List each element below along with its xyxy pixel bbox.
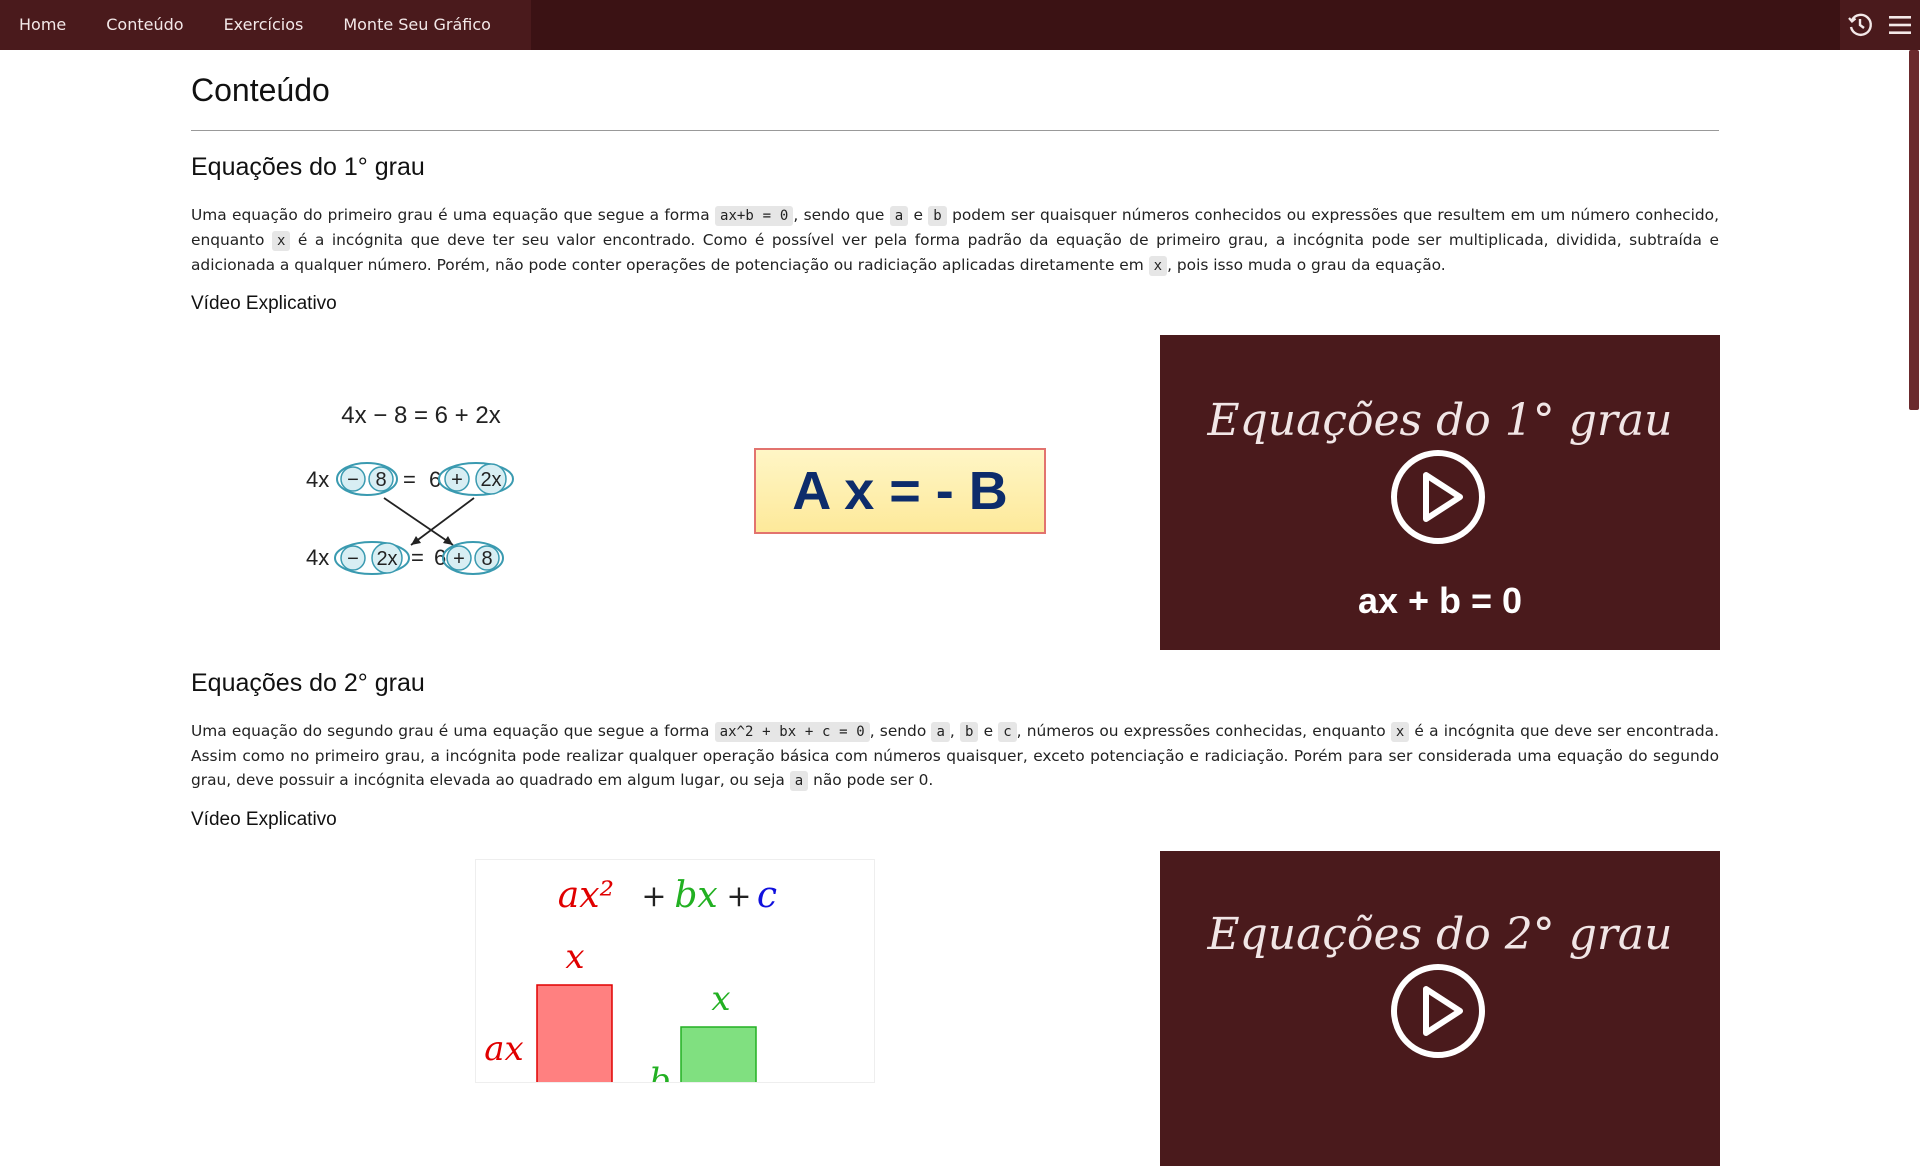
history-icon[interactable] (1840, 0, 1880, 50)
text-part: e (908, 206, 929, 224)
illustration-top-equation: 4x − 8 = 6 + 2x (341, 402, 500, 429)
text-part: , sendo (869, 722, 932, 740)
play-icon[interactable] (1388, 447, 1488, 547)
inline-code: a (889, 206, 909, 226)
nav-links: Home Conteúdo Exercícios Monte Seu Gráfi… (0, 0, 531, 50)
row1-equals: = (403, 467, 416, 492)
nav-actions (1840, 0, 1920, 50)
text-part: Uma equação do segundo grau é uma equaçã… (191, 722, 715, 740)
row2-left: 4x (306, 545, 329, 570)
label-x-green: x (711, 979, 730, 1019)
quadratic-area-diagram: ax² + bx + c x ax x b (475, 859, 875, 1083)
label-ax: ax (484, 1029, 523, 1069)
scrollbar-thumb[interactable] (1909, 50, 1919, 410)
formula-ax2: ax² (558, 875, 614, 916)
rect-bx (680, 1026, 757, 1082)
row2-minus: − (347, 548, 359, 570)
video2-title: Equações do 2° grau (1207, 909, 1673, 960)
inline-code: c (998, 722, 1017, 742)
menu-icon[interactable] (1880, 0, 1920, 50)
text-part: Uma equação do primeiro grau é uma equaç… (191, 206, 716, 224)
row1-2x: 2x (480, 469, 501, 491)
nav-monte-seu-grafico[interactable]: Monte Seu Gráfico (323, 0, 511, 50)
equation-transposition-illustration: 4x − 8 = 6 + 2x 4x − 8 = 6 + 2x 4x − 2x … (306, 402, 514, 575)
nav-home[interactable]: Home (0, 0, 86, 50)
text-part: e (978, 722, 999, 740)
section1-title: Equações do 1° grau (191, 153, 425, 181)
square-ax2 (536, 984, 613, 1082)
formula-bx: bx (674, 875, 717, 916)
inline-code: x (1148, 256, 1168, 276)
formula-c: c (757, 875, 777, 916)
row1-eight: 8 (375, 469, 386, 491)
section1-paragraph: Uma equação do primeiro grau é uma equaç… (191, 203, 1719, 278)
row2-equals: = (411, 545, 424, 570)
row2-eight: 8 (481, 548, 492, 570)
row2-2x: 2x (376, 548, 397, 570)
row2-six: 6 (434, 545, 446, 570)
formula-box-ax-minus-b: A x = - B (754, 448, 1046, 534)
top-navbar: Home Conteúdo Exercícios Monte Seu Gráfi… (0, 0, 1920, 50)
video-equacoes-1-grau[interactable]: Equações do 1° grau ax + b = 0 (1160, 335, 1720, 650)
inline-code: x (1390, 722, 1410, 742)
text-part: , sendo que (793, 206, 890, 224)
section1-video-heading: Vídeo Explicativo (191, 293, 337, 314)
row2-plus: + (453, 548, 465, 570)
inline-code: b (959, 722, 979, 742)
formula-plus2: + (726, 879, 751, 914)
text-part: não pode ser 0. (808, 771, 934, 789)
formula-plus1: + (641, 879, 666, 914)
text-part: , (949, 722, 960, 740)
nav-exercicios[interactable]: Exercícios (204, 0, 324, 50)
inline-code: ax^2 + bx + c = 0 (714, 722, 870, 742)
row1-minus: − (347, 469, 359, 491)
inline-code: ax+b = 0 (715, 206, 794, 226)
label-x-red: x (565, 937, 584, 977)
video1-formula: ax + b = 0 (1357, 580, 1523, 621)
inline-code: a (931, 722, 950, 742)
inline-code: b (928, 206, 947, 226)
section2-video-heading: Vídeo Explicativo (191, 809, 337, 830)
section2-paragraph: Uma equação do segundo grau é uma equaçã… (191, 719, 1719, 793)
section2-title: Equações do 2° grau (191, 669, 425, 697)
text-part: , números ou expressões conhecidas, enqu… (1016, 722, 1391, 740)
play-icon[interactable] (1388, 961, 1488, 1061)
video-equacoes-2-grau[interactable]: Equações do 2° grau (1160, 851, 1720, 1166)
page-title: Conteúdo (191, 72, 330, 108)
row1-plus: + (451, 469, 463, 491)
text-part: , pois isso muda o grau da equação. (1167, 256, 1446, 274)
text-part: é a incógnita que deve ter seu valor enc… (191, 231, 1720, 274)
title-divider (191, 130, 1719, 131)
video1-title: Equações do 1° grau (1207, 395, 1673, 446)
inline-code: x (271, 231, 291, 251)
nav-conteudo[interactable]: Conteúdo (86, 0, 203, 50)
inline-code: a (789, 771, 809, 791)
row1-left: 4x (306, 467, 329, 492)
